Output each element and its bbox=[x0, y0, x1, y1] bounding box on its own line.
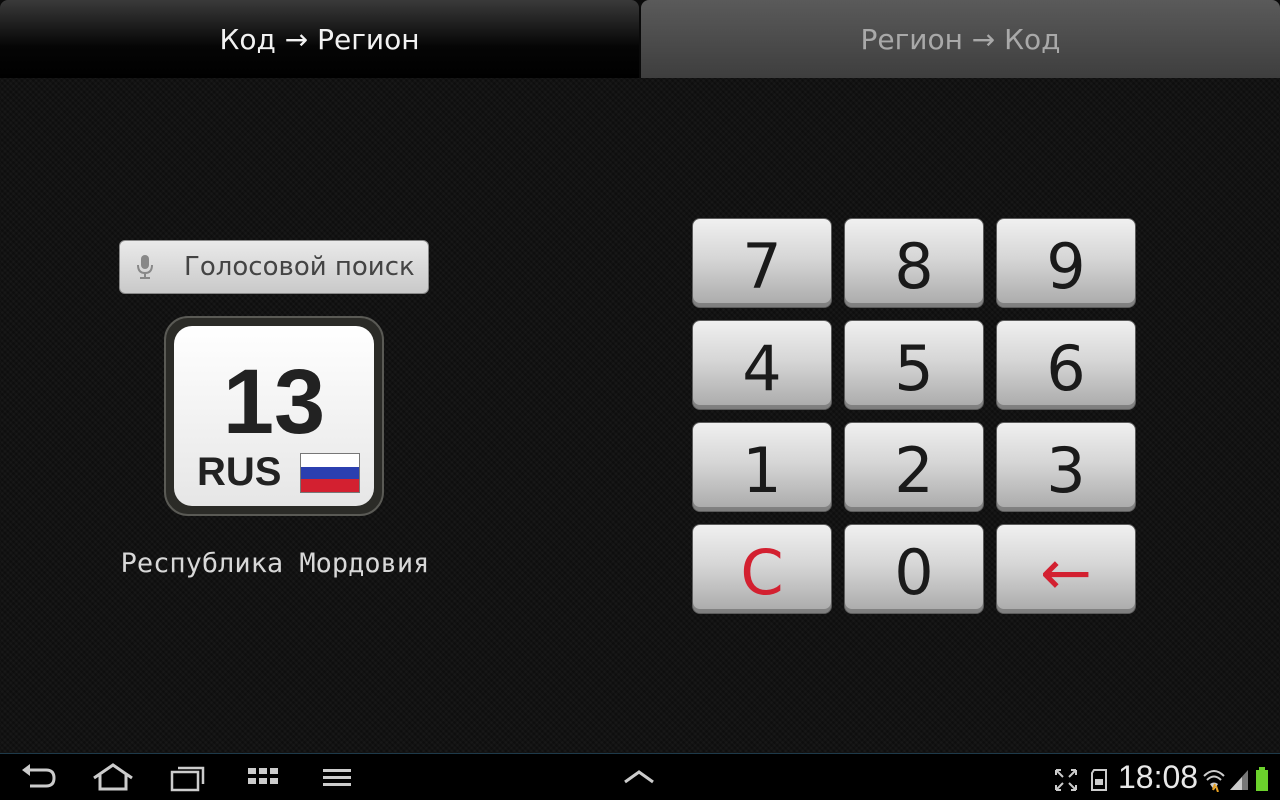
signal-icon bbox=[1228, 762, 1250, 796]
key-6[interactable]: 6 bbox=[996, 320, 1136, 410]
sd-card-icon bbox=[1090, 762, 1110, 796]
tab-region-to-code[interactable]: Регион → Код bbox=[641, 0, 1280, 78]
screenshot-icon bbox=[1054, 762, 1078, 796]
main-panel: Голосовой поиск 13 RUS Республика Мордов… bbox=[0, 78, 1280, 753]
status-clock: 18:08 bbox=[1118, 759, 1199, 795]
clear-button[interactable]: C bbox=[692, 524, 832, 614]
key-2[interactable]: 2 bbox=[844, 422, 984, 512]
tab-bar: Код → Регион Регион → Код bbox=[0, 0, 1280, 78]
region-name: Республика Мордовия bbox=[120, 548, 430, 579]
russia-flag-icon bbox=[300, 453, 360, 493]
key-9[interactable]: 9 bbox=[996, 218, 1136, 308]
backspace-button[interactable]: ← bbox=[996, 524, 1136, 614]
battery-icon bbox=[1255, 762, 1269, 796]
tab-code-to-region[interactable]: Код → Регион bbox=[0, 0, 639, 78]
key-4[interactable]: 4 bbox=[692, 320, 832, 410]
microphone-icon bbox=[120, 254, 170, 280]
menu-icon[interactable] bbox=[322, 762, 352, 796]
plate-region-code: 13 bbox=[222, 351, 326, 453]
key-7[interactable]: 7 bbox=[692, 218, 832, 308]
voice-search-label: Голосовой поиск bbox=[184, 252, 415, 282]
expand-up-icon[interactable] bbox=[622, 762, 656, 796]
system-bar: 18:08 bbox=[0, 753, 1280, 800]
key-5[interactable]: 5 bbox=[844, 320, 984, 410]
key-0[interactable]: 0 bbox=[844, 524, 984, 614]
voice-search-button[interactable]: Голосовой поиск bbox=[119, 240, 429, 294]
plate-country: RUS bbox=[197, 450, 282, 494]
key-1[interactable]: 1 bbox=[692, 422, 832, 512]
region-plate: 13 RUS bbox=[164, 316, 384, 516]
apps-grid-icon[interactable] bbox=[247, 762, 279, 796]
key-8[interactable]: 8 bbox=[844, 218, 984, 308]
back-icon[interactable] bbox=[20, 762, 58, 796]
key-3[interactable]: 3 bbox=[996, 422, 1136, 512]
wifi-icon bbox=[1202, 762, 1226, 796]
recent-apps-icon[interactable] bbox=[170, 762, 206, 796]
home-icon[interactable] bbox=[92, 762, 134, 796]
